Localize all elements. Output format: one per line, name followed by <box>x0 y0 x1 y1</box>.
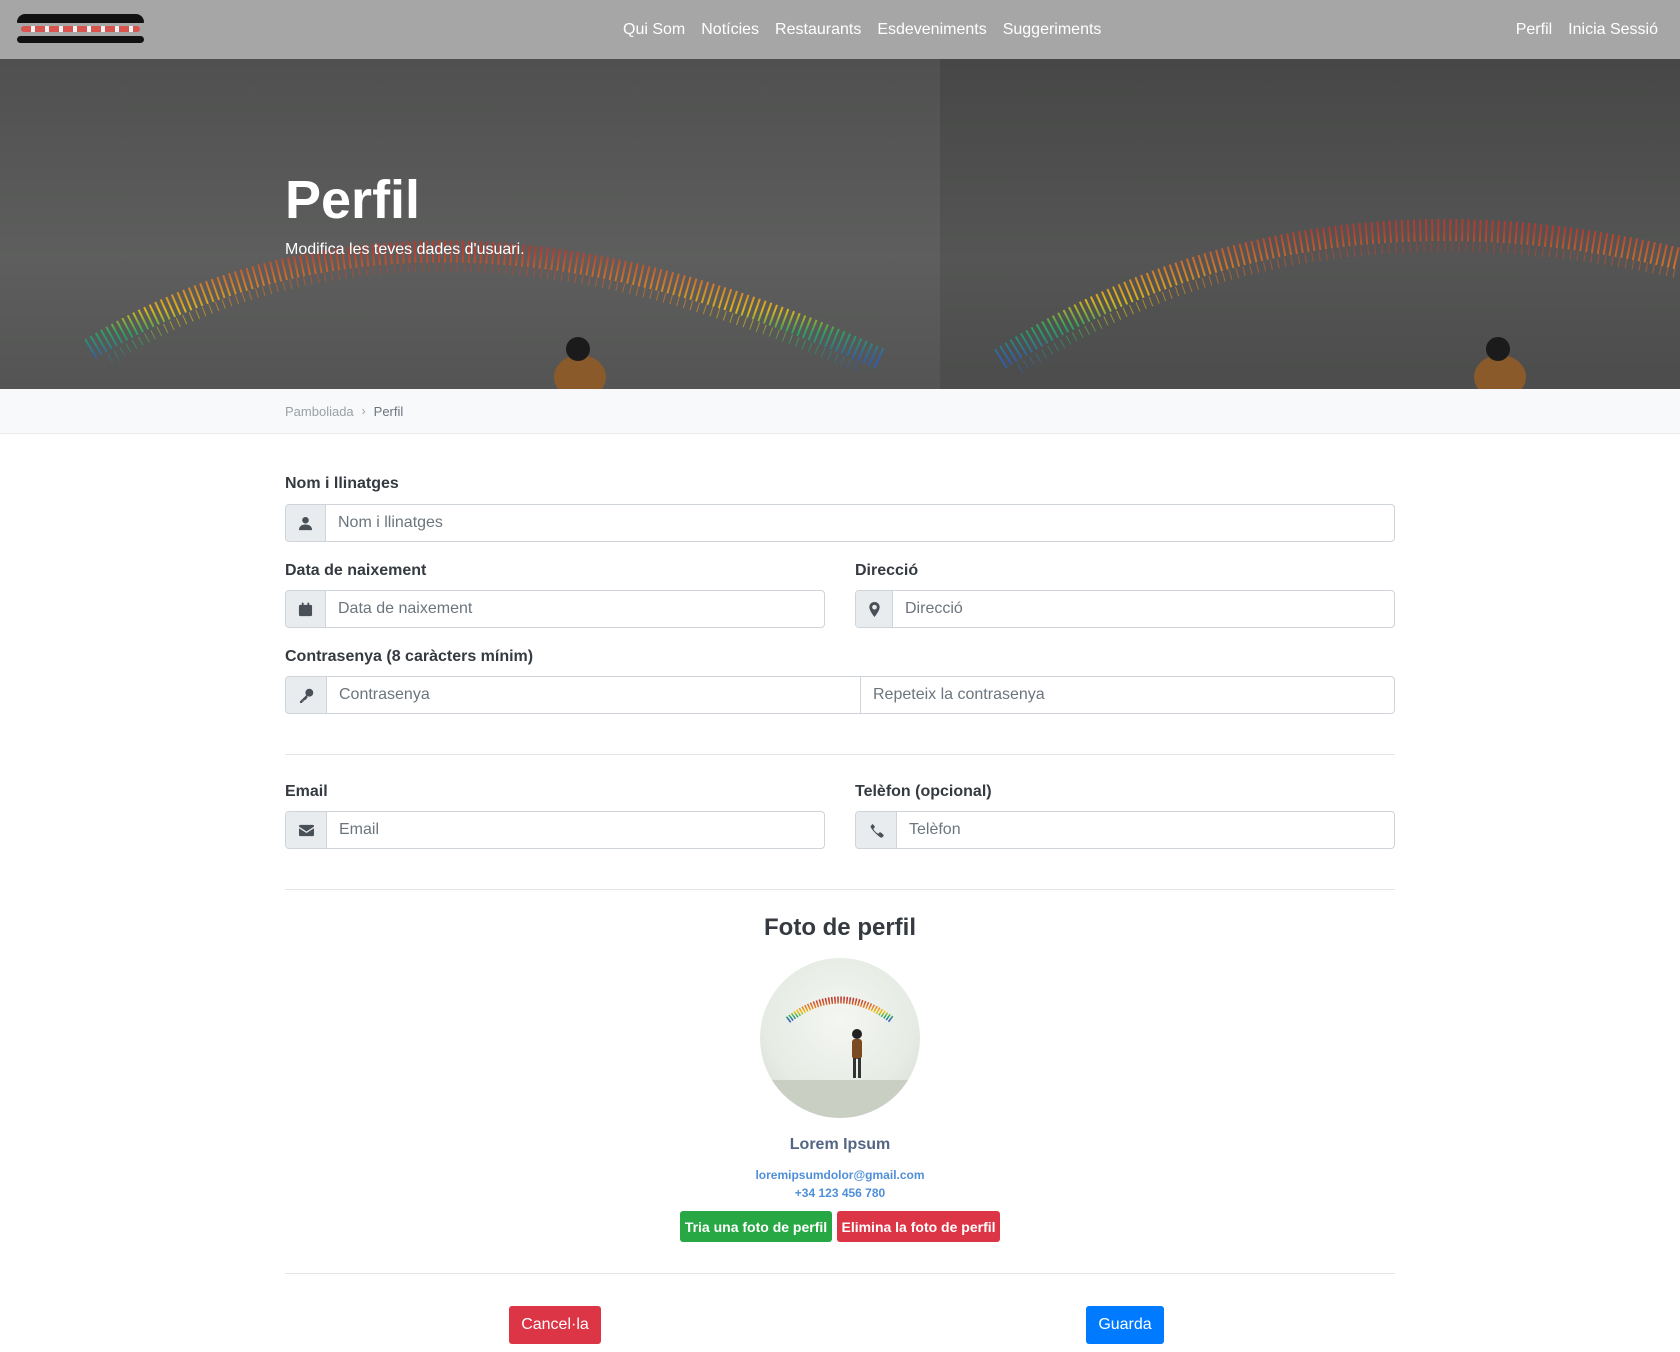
page-subtitle: Modifica les teves dades d'usuari. <box>285 241 525 258</box>
logo-filling <box>21 26 140 32</box>
key-icon <box>286 677 327 713</box>
cancel-button[interactable]: Cancel·la <box>509 1306 601 1344</box>
address-input[interactable] <box>893 591 1394 627</box>
profile-phone: +34 123 456 780 <box>794 1186 886 1200</box>
hero-image-right <box>940 59 1680 389</box>
birthdate-input[interactable] <box>326 591 824 627</box>
password-input-group <box>285 676 1395 714</box>
user-nav: Perfil Inicia Sessió <box>1516 0 1658 59</box>
avatar <box>760 958 920 1118</box>
name-input-group <box>285 504 1395 542</box>
choose-photo-button[interactable]: Tria una foto de perfil <box>680 1211 832 1242</box>
nav-link-esdeveniments[interactable]: Esdeveniments <box>877 21 986 39</box>
name-input[interactable] <box>326 505 1394 541</box>
map-marker-icon <box>856 591 893 627</box>
email-input-group <box>285 811 825 849</box>
address-label: Direcció <box>855 562 919 579</box>
phone-input-group <box>855 811 1395 849</box>
phone-input[interactable] <box>897 812 1394 848</box>
section-divider <box>285 754 1395 755</box>
nav-link-suggeriments[interactable]: Suggeriments <box>1003 21 1102 39</box>
phone-label: Telèfon (opcional) <box>855 783 992 800</box>
breadcrumb-separator-icon: › <box>361 404 366 418</box>
navbar: Qui Som Notícies Restaurants Esdevenimen… <box>0 0 1680 59</box>
calendar-icon <box>286 591 326 627</box>
breadcrumb-bar: Pamboliada › Perfil <box>0 389 1680 434</box>
hero-banner: Perfil Modifica les teves dades d'usuari… <box>0 59 1680 389</box>
phone-icon <box>856 812 897 848</box>
envelope-icon <box>286 812 327 848</box>
breadcrumb-home[interactable]: Pamboliada <box>285 404 354 419</box>
logo-bun-top <box>17 14 144 23</box>
nav-link-qui-som[interactable]: Qui Som <box>623 21 685 39</box>
user-icon <box>286 505 326 541</box>
save-button[interactable]: Guarda <box>1086 1306 1164 1344</box>
password-repeat-input[interactable] <box>860 677 1394 713</box>
delete-photo-button[interactable]: Elimina la foto de perfil <box>837 1211 1000 1242</box>
nav-link-login[interactable]: Inicia Sessió <box>1568 21 1658 39</box>
profile-name: Lorem Ipsum <box>789 1136 891 1153</box>
profile-photo-title: Foto de perfil <box>764 914 916 941</box>
section-divider <box>285 1273 1395 1274</box>
name-label: Nom i llinatges <box>285 475 399 492</box>
main-nav: Qui Som Notícies Restaurants Esdevenimen… <box>623 0 1101 59</box>
birthdate-label: Data de naixement <box>285 562 427 579</box>
nav-link-restaurants[interactable]: Restaurants <box>775 21 861 39</box>
breadcrumb-current: Perfil <box>373 403 404 419</box>
hero-image-left <box>0 59 940 389</box>
logo-bun-bottom <box>17 36 144 43</box>
profile-email: loremipsumdolor@gmail.com <box>755 1168 925 1182</box>
section-divider <box>285 889 1395 890</box>
page-title: Perfil <box>285 170 421 230</box>
email-label: Email <box>285 783 328 800</box>
nav-link-noticies[interactable]: Notícies <box>701 21 759 39</box>
nav-link-perfil[interactable]: Perfil <box>1516 21 1552 39</box>
breadcrumb: Pamboliada › Perfil <box>285 389 403 433</box>
password-input[interactable] <box>327 677 860 713</box>
password-label: Contrasenya (8 caràcters mínim) <box>285 648 534 665</box>
email-input[interactable] <box>327 812 824 848</box>
birthdate-input-group <box>285 590 825 628</box>
brand-logo[interactable] <box>17 14 144 45</box>
address-input-group <box>855 590 1395 628</box>
